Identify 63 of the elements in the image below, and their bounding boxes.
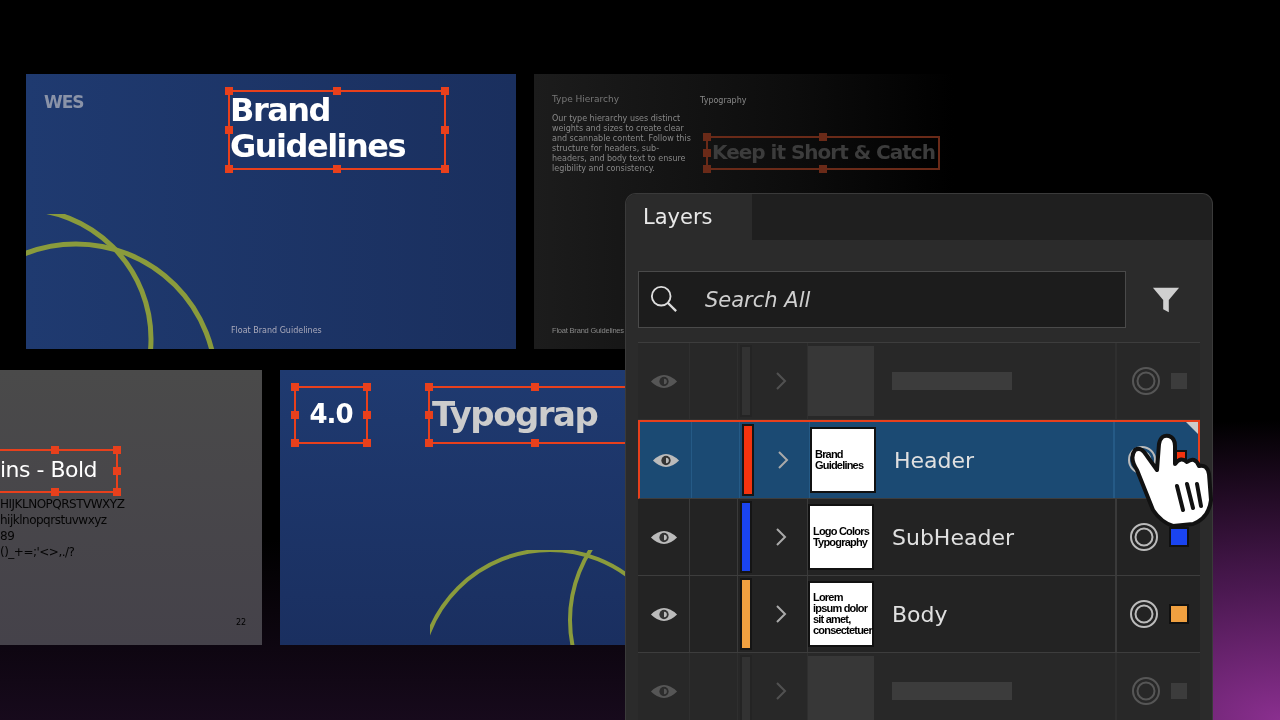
layer-row[interactable]: Lorem ipsum dolor sit amet, consectetuer Body — [638, 576, 1200, 653]
layer-row[interactable]: Logo Colors Typography SubHeader — [638, 499, 1200, 576]
resize-handle[interactable] — [113, 467, 121, 475]
chevron-icon[interactable] — [776, 450, 789, 470]
chevron-icon[interactable] — [774, 527, 787, 547]
layers-tab[interactable]: Layers — [626, 194, 752, 240]
logo-text: WES — [44, 92, 84, 112]
layer-thumbnail: Logo Colors Typography — [808, 504, 874, 570]
glyph-sample: 89 — [0, 528, 16, 544]
resize-handle[interactable] — [291, 439, 299, 447]
slide-label: Typography — [700, 96, 747, 105]
eye-icon[interactable] — [649, 605, 678, 623]
resize-handle[interactable] — [363, 383, 371, 391]
layer-name: Body — [892, 601, 948, 627]
search-icon — [650, 285, 678, 313]
resize-handle[interactable] — [363, 411, 371, 419]
layer-name: SubHeader — [892, 524, 1014, 550]
section-number: 4.0 — [308, 398, 354, 431]
page-number: 22 — [236, 618, 247, 627]
resize-handle[interactable] — [425, 439, 433, 447]
resize-handle[interactable] — [441, 87, 449, 95]
slide-title: Typograp — [431, 393, 599, 436]
resize-handle[interactable] — [425, 411, 433, 419]
layer-thumbnail: Brand Guidelines — [810, 427, 876, 493]
slide-title: Brand Guidelines — [230, 92, 407, 164]
search-field[interactable]: Search All — [638, 271, 1126, 328]
resize-handle[interactable] — [531, 383, 539, 391]
filter-icon[interactable] — [1152, 285, 1180, 314]
resize-handle[interactable] — [425, 383, 433, 391]
resize-handle[interactable] — [819, 133, 827, 141]
resize-handle[interactable] — [51, 488, 59, 496]
glyph-sample: HIJKLNOPQRSTVWXYZ — [0, 496, 125, 512]
corner-mark-icon — [1186, 422, 1198, 434]
slide-footer: Float Brand Guidelines — [231, 326, 322, 335]
resize-handle[interactable] — [819, 165, 827, 173]
color-swatch — [1168, 604, 1189, 624]
resize-handle[interactable] — [291, 411, 299, 419]
color-swatch — [1168, 527, 1189, 547]
resize-handle[interactable] — [441, 126, 449, 134]
resize-handle[interactable] — [51, 446, 59, 454]
resize-handle[interactable] — [225, 126, 233, 134]
slide-heading: Type Hierarchy — [552, 94, 620, 104]
glyph-sample: ()_+=;'<>,./? — [0, 544, 76, 560]
eye-icon[interactable] — [649, 528, 678, 546]
layer-thumbnail: Lorem ipsum dolor sit amet, consectetuer — [808, 581, 874, 647]
resize-handle[interactable] — [333, 165, 341, 173]
chevron-icon[interactable] — [774, 604, 787, 624]
resize-handle[interactable] — [531, 439, 539, 447]
target-icon[interactable] — [1128, 599, 1159, 629]
slide-paragraph: Our type hierarchy uses distinct weights and sizes to create clear and scannable content. Follow this structure for headers, sub-headers, and body text to ensure legibility and consistency. — [552, 114, 692, 174]
layer-name: Header — [894, 447, 975, 473]
resize-handle[interactable] — [363, 439, 371, 447]
resize-handle[interactable] — [291, 383, 299, 391]
resize-handle[interactable] — [225, 165, 233, 173]
resize-handle[interactable] — [113, 446, 121, 454]
slide-title: ins - Bold — [0, 456, 99, 484]
target-icon[interactable] — [1128, 522, 1159, 552]
glyph-sample: hijklnopqrstuvwxyz — [0, 512, 108, 528]
resize-handle[interactable] — [113, 488, 121, 496]
eye-icon[interactable] — [651, 451, 680, 469]
resize-handle[interactable] — [225, 87, 233, 95]
resize-handle[interactable] — [441, 165, 449, 173]
resize-handle[interactable] — [333, 87, 341, 95]
